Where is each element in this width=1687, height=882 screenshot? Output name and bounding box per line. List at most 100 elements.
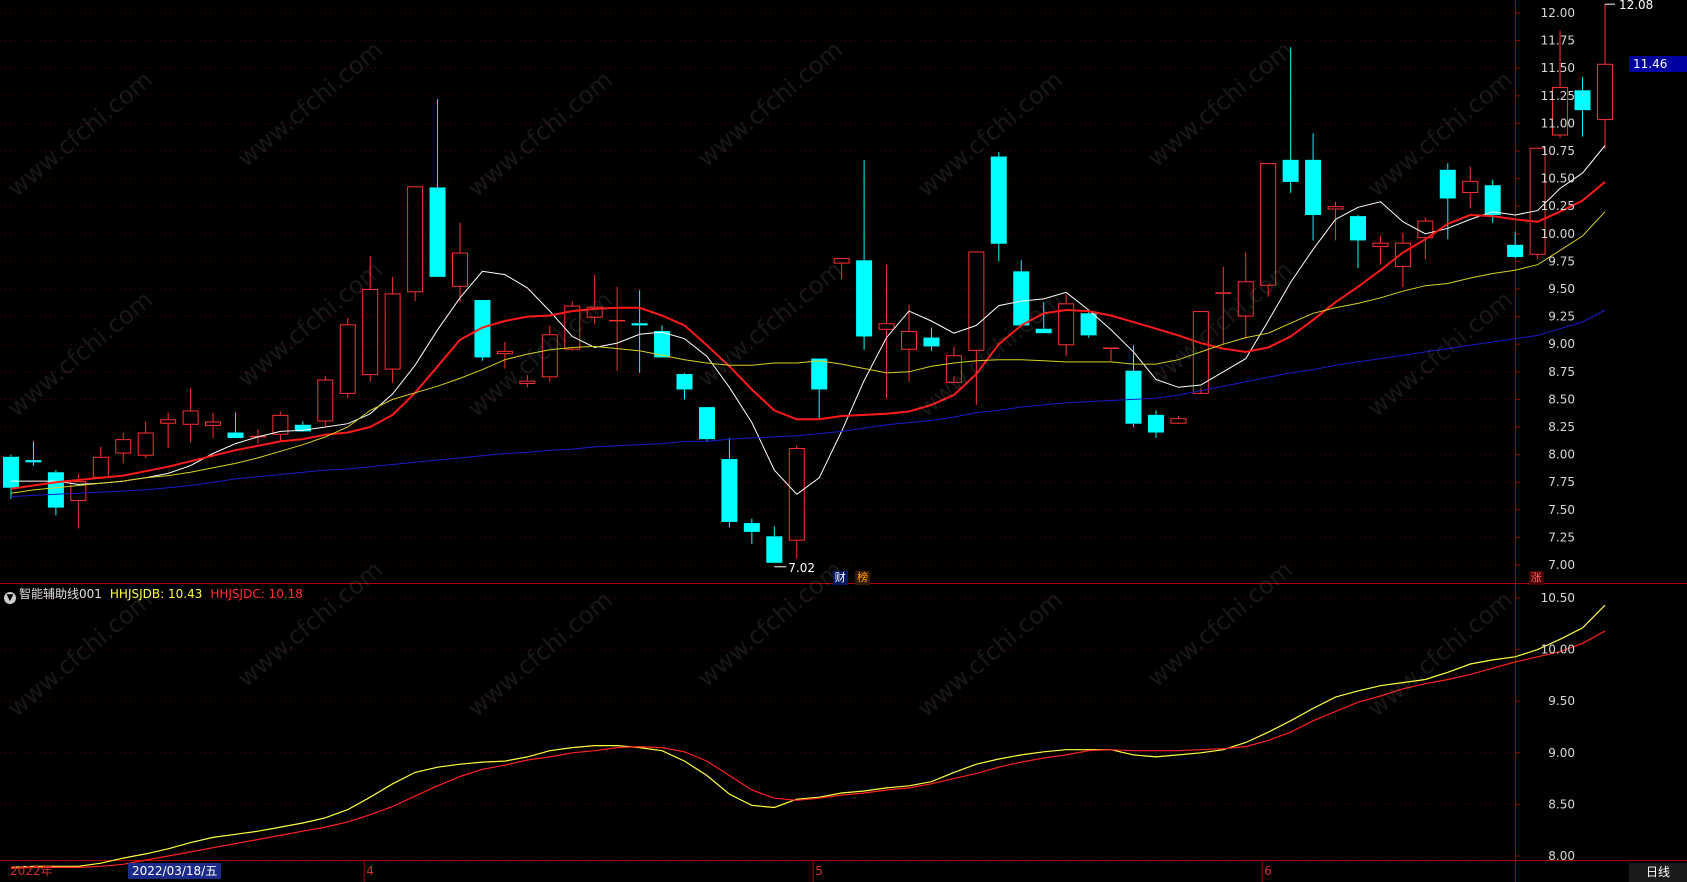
high-marker-label: 12.08: [1619, 0, 1653, 12]
candle-down: [25, 441, 42, 466]
price-tick-label: 8.00: [1548, 448, 1575, 462]
candle-body: [227, 432, 244, 439]
indicator-axis: 10.50 10.00 9.50 9.00 8.50 8.00: [1515, 591, 1575, 863]
price-tick-label: 10.75: [1541, 144, 1575, 158]
candle-body: [631, 323, 648, 326]
dropdown-icon[interactable]: ▼: [4, 592, 16, 604]
cycle-button[interactable]: 日线: [1629, 863, 1687, 882]
candle-body: [1170, 418, 1187, 424]
price-tick-label: 10.00: [1541, 227, 1575, 241]
candle-down: [1013, 260, 1030, 326]
candle-up: [788, 445, 805, 559]
candle-body: [990, 156, 1007, 244]
indicator-title[interactable]: ▼ 智能辅助线001 HHJSJDB: 10.43 HHJSJDC: 10.18: [4, 585, 303, 604]
candle-body: [833, 258, 850, 264]
candle-body: [676, 374, 693, 390]
price-tick-label: 12.00: [1541, 6, 1575, 20]
candle-body: [698, 407, 715, 440]
candle-body: [721, 459, 738, 522]
candle-body: [1327, 206, 1344, 210]
candle-body: [1305, 159, 1322, 216]
candle-up: [1170, 415, 1187, 424]
kline-chart[interactable]: 12.00 11.75 11.50 11.25 11.00 10.75 10.50 10.25…: [0, 0, 1687, 882]
candle-body: [968, 251, 985, 351]
indicator-tick-label: 10.00: [1541, 643, 1575, 657]
price-tick-label: 7.75: [1548, 475, 1575, 489]
candle-body: [205, 421, 222, 426]
candle-body: [1080, 313, 1097, 336]
candle-up: [541, 325, 558, 382]
moving-average-lines: [10, 145, 1606, 498]
candle-body: [811, 358, 828, 390]
indicator-tick-label: 9.00: [1548, 746, 1575, 760]
candle-down: [811, 358, 828, 419]
candle-down: [1305, 133, 1322, 241]
candle-up: [1103, 347, 1120, 361]
candle-body: [384, 293, 401, 370]
candle-up: [182, 388, 199, 443]
candle-body: [1013, 271, 1030, 326]
candle-down: [923, 327, 940, 351]
candle-up: [317, 376, 334, 426]
candle-body: [362, 289, 379, 376]
candle-down: [1282, 47, 1299, 193]
price-tick-label: 10.25: [1541, 199, 1575, 213]
candle-body: [609, 319, 626, 322]
candle-body: [1282, 159, 1299, 182]
candle-up: [407, 186, 424, 302]
candle-down: [766, 526, 783, 563]
candle-down: [743, 518, 760, 545]
candle-down: [1125, 345, 1142, 427]
indicator-lines: [10, 604, 1606, 869]
candle-up: [339, 317, 356, 399]
indicator-series-1: HHJSJDB: 10.43: [109, 587, 203, 601]
candle-down: [654, 325, 671, 358]
candle-body: [1125, 370, 1142, 424]
ma-line-1: [11, 145, 1606, 495]
candle-up: [1327, 201, 1344, 241]
indicator-series-2: HHJSJDC: 10.18: [210, 587, 303, 601]
candle-up: [1260, 163, 1277, 297]
candle-body: [1484, 185, 1501, 216]
candlestick-series: [3, 4, 1613, 563]
candle-up: [115, 432, 132, 464]
candle-body: [407, 186, 424, 293]
candle-up: [1237, 252, 1254, 339]
candle-up: [833, 258, 850, 280]
candle-down: [631, 290, 648, 373]
current-price-label: 11.46: [1629, 56, 1687, 72]
candle-body: [474, 300, 491, 358]
candle-up: [1462, 166, 1479, 209]
candle-body: [654, 330, 671, 358]
cursor-date-label: 2022/03/18/五: [128, 863, 222, 879]
candle-body: [339, 324, 356, 394]
candle-up: [1394, 232, 1411, 287]
price-tick-label: 8.25: [1548, 420, 1575, 434]
candle-body: [1439, 169, 1456, 199]
candle-down: [676, 372, 693, 400]
price-tick-label: 8.50: [1548, 392, 1575, 406]
candle-up: [1215, 266, 1232, 345]
event-badge[interactable]: 涨: [1528, 571, 1544, 585]
candle-down: [856, 159, 873, 350]
candle-down: [1147, 410, 1164, 439]
price-tick-label: 7.00: [1548, 558, 1575, 572]
candle-down: [1574, 77, 1591, 137]
indicator-line-1: [10, 604, 1606, 868]
ma-line-3: [10, 211, 1606, 494]
event-badge[interactable]: 榜: [855, 571, 871, 585]
indicator-tick-label: 8.00: [1548, 849, 1575, 863]
candle-body: [1192, 311, 1209, 394]
low-marker-label: 7.02: [788, 561, 815, 575]
price-tick-label: 7.25: [1548, 530, 1575, 544]
chart-frame: [0, 0, 1687, 882]
event-badge[interactable]: 财: [832, 571, 848, 585]
price-tick-label: 9.00: [1548, 337, 1575, 351]
candle-body: [1215, 292, 1232, 294]
candle-body: [1237, 281, 1254, 317]
candle-body: [1462, 180, 1479, 193]
candle-up: [1372, 236, 1389, 265]
candle-body: [901, 330, 917, 350]
candle-down: [47, 470, 64, 516]
time-axis-label: 4: [366, 864, 374, 878]
